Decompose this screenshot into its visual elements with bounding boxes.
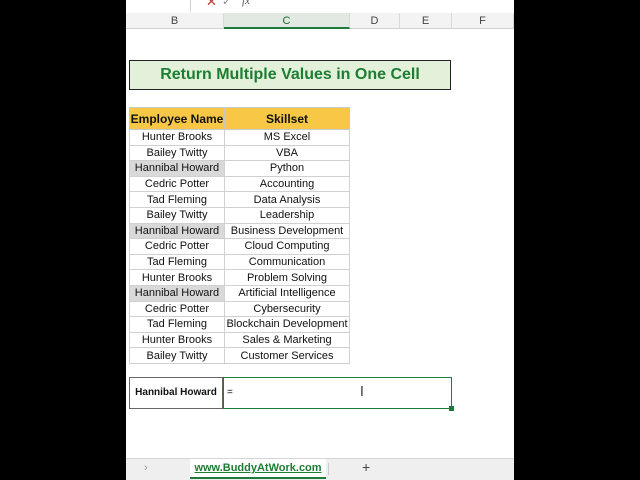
employee-name-cell[interactable]: Hannibal Howard <box>129 284 225 302</box>
table-row: Hunter Brooks Problem Solving <box>129 269 350 286</box>
header-employee-name[interactable]: Employee Name <box>129 107 225 130</box>
sheet-tab-bar: › www.BuddyAtWork.com + <box>126 458 514 480</box>
sheet-title[interactable]: Return Multiple Values in One Cell <box>129 60 451 90</box>
sheet-tab-label: www.BuddyAtWork.com <box>194 462 322 474</box>
table-row: Cedric Potter Cloud Computing <box>129 238 350 255</box>
employee-skills-table: Employee Name Skillset Hunter Brooks MS E… <box>129 107 350 364</box>
employee-name-cell[interactable]: Hunter Brooks <box>129 331 225 349</box>
employee-name-cell[interactable]: Tad Fleming <box>129 253 225 271</box>
column-header-c[interactable]: C <box>224 13 350 29</box>
fill-handle[interactable] <box>449 406 454 411</box>
employee-name-cell[interactable]: Cedric Potter <box>129 238 225 255</box>
insert-function-icon[interactable]: fx <box>242 0 250 7</box>
formula-bar: ✕ ✓ fx <box>126 0 514 14</box>
skillset-cell[interactable]: Python <box>224 160 350 177</box>
skillset-cell[interactable]: Blockchain Development <box>224 316 350 333</box>
employee-name-cell[interactable]: Hunter Brooks <box>129 269 225 286</box>
employee-name-cell[interactable]: Hunter Brooks <box>129 129 225 146</box>
skillset-cell[interactable]: MS Excel <box>224 129 350 146</box>
skillset-cell[interactable]: Business Development <box>224 222 350 240</box>
skillset-cell[interactable]: Data Analysis <box>224 191 350 208</box>
skillset-cell[interactable]: Cloud Computing <box>224 238 350 255</box>
spreadsheet-sheet: ✕ ✓ fx B C D E F Return Multiple Values … <box>126 0 514 480</box>
table-row: Cedric Potter Accounting <box>129 175 350 193</box>
skillset-cell[interactable]: Artificial Intelligence <box>224 284 350 302</box>
skillset-cell[interactable]: Leadership <box>224 206 350 224</box>
employee-name-cell[interactable]: Hannibal Howard <box>129 222 225 240</box>
skillset-cell[interactable]: Problem Solving <box>224 269 350 286</box>
table-row: Bailey Twitty VBA <box>129 144 350 162</box>
column-header-e[interactable]: E <box>400 13 452 29</box>
employee-name-cell[interactable]: Cedric Potter <box>129 300 225 318</box>
employee-name-cell[interactable]: Bailey Twitty <box>129 347 225 364</box>
employee-name-cell[interactable]: Bailey Twitty <box>129 206 225 224</box>
table-row: Tad Fleming Communication <box>129 253 350 271</box>
skillset-cell[interactable]: Customer Services <box>224 347 350 364</box>
skillset-cell[interactable]: Communication <box>224 253 350 271</box>
plus-icon[interactable]: + <box>362 459 370 475</box>
table-row: Hunter Brooks MS Excel <box>129 129 350 146</box>
cancel-icon[interactable]: ✕ <box>206 0 217 10</box>
table-row: Hunter Brooks Sales & Marketing <box>129 331 350 349</box>
chevron-right-icon[interactable]: › <box>144 462 148 474</box>
employee-name-cell[interactable]: Hannibal Howard <box>129 160 225 177</box>
employee-name-cell[interactable]: Cedric Potter <box>129 175 225 193</box>
table-row: Hannibal Howard Python <box>129 160 350 177</box>
header-skillset[interactable]: Skillset <box>224 107 350 130</box>
column-header-d[interactable]: D <box>350 13 400 29</box>
lookup-result-input[interactable]: = <box>223 377 452 409</box>
table-header-row: Employee Name Skillset <box>129 107 350 130</box>
employee-name-cell[interactable]: Tad Fleming <box>129 191 225 208</box>
table-row: Cedric Potter Cybersecurity <box>129 300 350 318</box>
formula-bar-divider <box>190 0 191 12</box>
skillset-cell[interactable]: Sales & Marketing <box>224 331 350 349</box>
skillset-cell[interactable]: Cybersecurity <box>224 300 350 318</box>
text-cursor-icon: I <box>360 385 364 400</box>
sheet-tab-active[interactable]: www.BuddyAtWork.com <box>190 459 326 479</box>
table-row: Hannibal Howard Business Development <box>129 222 350 240</box>
column-header-b[interactable]: B <box>126 13 224 29</box>
lookup-name-cell[interactable]: Hannibal Howard <box>129 377 223 409</box>
tab-divider <box>328 463 329 475</box>
employee-name-cell[interactable]: Bailey Twitty <box>129 144 225 162</box>
table-row: Hannibal Howard Artificial Intelligence <box>129 284 350 302</box>
skillset-cell[interactable]: VBA <box>224 144 350 162</box>
skillset-cell[interactable]: Accounting <box>224 175 350 193</box>
table-row: Bailey Twitty Leadership <box>129 206 350 224</box>
table-row: Tad Fleming Blockchain Development <box>129 316 350 333</box>
employee-name-cell[interactable]: Tad Fleming <box>129 316 225 333</box>
column-header-f[interactable]: F <box>452 13 514 29</box>
enter-icon[interactable]: ✓ <box>222 0 231 8</box>
table-row: Tad Fleming Data Analysis <box>129 191 350 208</box>
table-row: Bailey Twitty Customer Services <box>129 347 350 364</box>
